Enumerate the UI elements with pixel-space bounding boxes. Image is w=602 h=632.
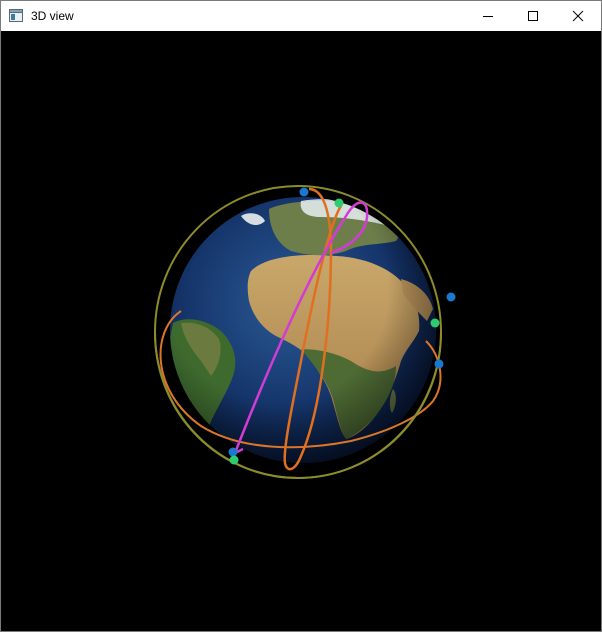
title-bar[interactable]: 3D view xyxy=(1,1,601,31)
minimize-icon xyxy=(483,16,493,17)
satellite-blue-1[interactable] xyxy=(299,187,309,197)
close-button[interactable] xyxy=(555,1,601,31)
satellite-green-1[interactable] xyxy=(334,198,344,208)
3d-view-window: 3D view xyxy=(0,0,602,632)
maximize-button[interactable] xyxy=(510,1,556,31)
window-title: 3D view xyxy=(31,9,74,23)
maximize-icon xyxy=(528,11,538,21)
3d-scene[interactable] xyxy=(1,31,601,631)
earth-globe[interactable] xyxy=(169,197,436,463)
close-icon xyxy=(572,10,584,22)
satellite-blue-2[interactable] xyxy=(446,292,456,302)
satellite-green-3[interactable] xyxy=(229,455,239,465)
window-app-icon xyxy=(9,9,23,22)
minimize-button[interactable] xyxy=(465,1,511,31)
satellite-blue-3[interactable] xyxy=(434,359,444,369)
satellite-blue-4[interactable] xyxy=(228,447,238,457)
satellite-green-2[interactable] xyxy=(430,318,440,328)
3d-viewport[interactable] xyxy=(1,31,601,631)
